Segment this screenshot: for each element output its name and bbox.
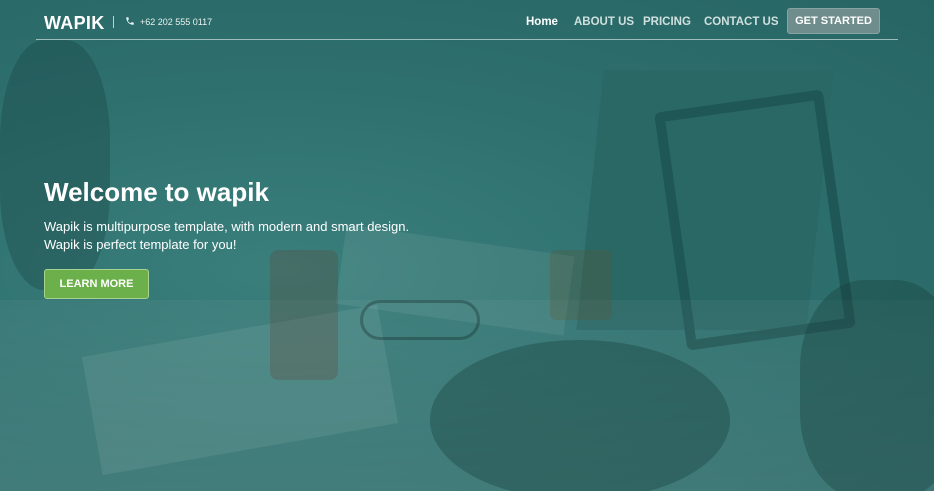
navbar: WAPIK +62 202 555 0117 Home ABOUT US PRI… (36, 0, 898, 40)
phone-icon (125, 16, 135, 28)
get-started-button[interactable]: GET STARTED (787, 8, 880, 34)
hero-title: Welcome to wapik (44, 177, 269, 207)
nav-item-about-us[interactable]: ABOUT US (574, 16, 634, 28)
nav-item-pricing[interactable]: PRICING (643, 16, 691, 28)
logo[interactable]: WAPIK (44, 13, 105, 34)
logo-divider (113, 16, 114, 28)
hero-description: Wapik is multipurpose template, with mod… (44, 219, 410, 252)
learn-more-button[interactable]: LEARN MORE (44, 269, 149, 299)
phone-number: +62 202 555 0117 (140, 17, 213, 27)
nav-item-home[interactable]: Home (526, 16, 558, 28)
nav-item-contact-us[interactable]: CONTACT US (704, 16, 779, 28)
hero-section: WAPIK +62 202 555 0117 Home ABOUT US PRI… (0, 0, 934, 491)
phone-contact: +62 202 555 0117 (125, 16, 212, 28)
hero-content: Welcome to wapik Wapik is multipurpose t… (44, 176, 464, 299)
